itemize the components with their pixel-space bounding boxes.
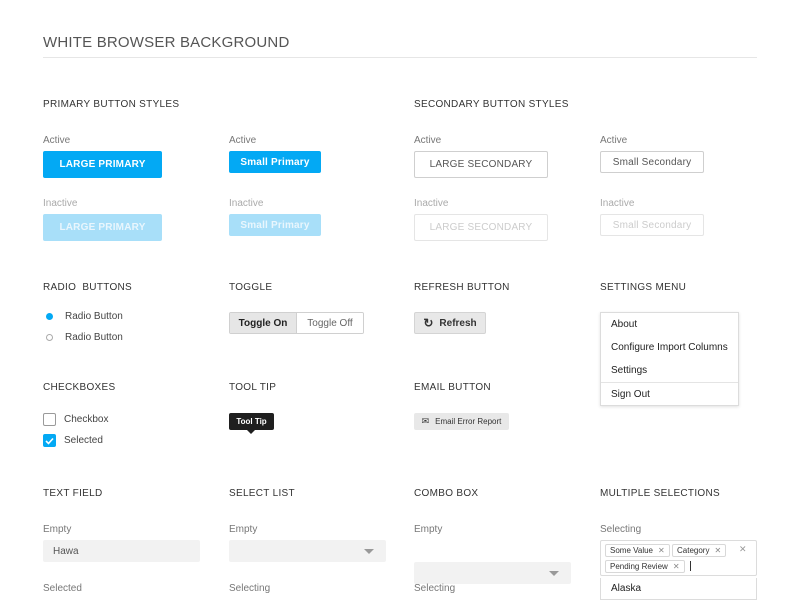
checkbox-unchecked[interactable]	[43, 413, 56, 426]
toggle-switch[interactable]: Toggle On Toggle Off	[229, 312, 364, 334]
tooltip-arrow	[247, 430, 255, 434]
primary-small-inactive-label: Inactive	[229, 198, 264, 209]
large-secondary-button[interactable]: LARGE SECONDARY	[414, 151, 548, 178]
settings-menu: About Configure Import Columns Settings …	[600, 312, 739, 406]
small-primary-button[interactable]: Small Primary	[229, 151, 321, 173]
refresh-section-title: REFRESH BUTTON	[414, 282, 510, 293]
selection-chip: Some Value ✕	[605, 544, 670, 557]
checkbox-label: Checkbox	[64, 414, 109, 425]
text-field-input[interactable]: Hawa	[43, 540, 200, 562]
menu-item-configure-import-columns[interactable]: Configure Import Columns	[601, 336, 738, 359]
primary-section-title: PRIMARY BUTTON STYLES	[43, 99, 180, 110]
multi-select-option-alaska[interactable]: Alaska	[600, 578, 757, 600]
checkbox-section-title: CHECKBOXES	[43, 382, 116, 393]
text-field-empty-label: Empty	[43, 524, 72, 535]
radio-label: Radio Button	[65, 332, 123, 343]
toggle-off-option[interactable]: Toggle Off	[296, 313, 363, 333]
large-primary-button-inactive: LARGE PRIMARY	[43, 214, 162, 241]
small-secondary-button[interactable]: Small Secondary	[600, 151, 704, 173]
remove-chip-icon[interactable]: ✕	[658, 546, 665, 555]
multi-select-selecting-label: Selecting	[600, 524, 642, 535]
secondary-large-inactive-label: Inactive	[414, 198, 449, 209]
combo-box-selecting-label: Selecting	[414, 583, 456, 594]
secondary-small-active-label: Active	[600, 135, 628, 146]
select-list-section-title: SELECT LIST	[229, 488, 295, 499]
combo-box-section-title: COMBO BOX	[414, 488, 479, 499]
email-error-report-button[interactable]: ✉ Email Error Report	[414, 413, 509, 430]
radio-option-selected[interactable]: Radio Button	[46, 311, 123, 322]
toggle-on-option[interactable]: Toggle On	[230, 313, 296, 333]
refresh-icon: ↻	[423, 316, 434, 330]
small-primary-button-inactive: Small Primary	[229, 214, 321, 236]
chip-label: Some Value	[610, 546, 653, 555]
checkbox-label: Selected	[64, 435, 103, 446]
checkmark-icon	[45, 437, 54, 445]
large-primary-button[interactable]: LARGE PRIMARY	[43, 151, 162, 178]
checkbox-checked-row[interactable]: Selected	[43, 434, 103, 447]
settings-section-title: SETTINGS MENU	[600, 282, 687, 293]
title-divider	[43, 57, 757, 58]
select-list-dropdown[interactable]	[229, 540, 386, 562]
small-secondary-button-inactive: Small Secondary	[600, 214, 704, 236]
chevron-down-icon	[549, 571, 559, 576]
page-title: WHITE BROWSER BACKGROUND	[43, 34, 290, 51]
large-secondary-button-inactive: LARGE SECONDARY	[414, 214, 548, 241]
radio-unselected-icon[interactable]	[46, 334, 53, 341]
secondary-large-active-label: Active	[414, 135, 442, 146]
refresh-button-label: Refresh	[439, 317, 477, 329]
primary-large-active-label: Active	[43, 135, 71, 146]
chevron-down-icon	[364, 549, 374, 554]
selection-chip: Pending Review ✕	[605, 560, 685, 573]
tooltip-bubble: Tool Tip	[229, 413, 274, 430]
chip-label: Category	[677, 546, 710, 555]
radio-section-title: RADIO BUTTONS	[43, 282, 133, 293]
checkbox-checked[interactable]	[43, 434, 56, 447]
refresh-button[interactable]: ↻ Refresh	[414, 312, 486, 334]
text-cursor	[690, 561, 691, 571]
radio-option-unselected[interactable]: Radio Button	[46, 332, 123, 343]
envelope-icon: ✉	[421, 416, 430, 426]
toggle-section-title: TOGGLE	[229, 282, 273, 293]
radio-label: Radio Button	[65, 311, 123, 322]
email-section-title: EMAIL BUTTON	[414, 382, 491, 393]
primary-large-inactive-label: Inactive	[43, 198, 78, 209]
tooltip-section-title: TOOL TIP	[229, 382, 277, 393]
select-list-empty-label: Empty	[229, 524, 258, 535]
remove-chip-icon[interactable]: ✕	[673, 562, 680, 571]
chip-label: Pending Review	[610, 562, 668, 571]
menu-item-settings[interactable]: Settings	[601, 359, 738, 382]
radio-selected-icon[interactable]	[46, 313, 53, 320]
remove-chip-icon[interactable]: ✕	[714, 546, 721, 555]
menu-item-sign-out[interactable]: Sign Out	[601, 382, 738, 405]
secondary-section-title: SECONDARY BUTTON STYLES	[414, 99, 569, 110]
combo-box-empty-label: Empty	[414, 524, 443, 535]
text-field-selected-label: Selected	[43, 583, 82, 594]
select-list-selecting-label: Selecting	[229, 583, 271, 594]
email-button-label: Email Error Report	[435, 417, 502, 426]
selection-chip: Category ✕	[672, 544, 727, 557]
clear-all-icon[interactable]: ✕	[739, 544, 747, 555]
multi-select-section-title: MULTIPLE SELECTIONS	[600, 488, 720, 499]
checkbox-unchecked-row[interactable]: Checkbox	[43, 413, 108, 426]
combo-box-input[interactable]	[414, 562, 571, 584]
menu-item-about[interactable]: About	[601, 313, 738, 336]
primary-small-active-label: Active	[229, 135, 257, 146]
secondary-small-inactive-label: Inactive	[600, 198, 635, 209]
text-field-section-title: TEXT FIELD	[43, 488, 103, 499]
